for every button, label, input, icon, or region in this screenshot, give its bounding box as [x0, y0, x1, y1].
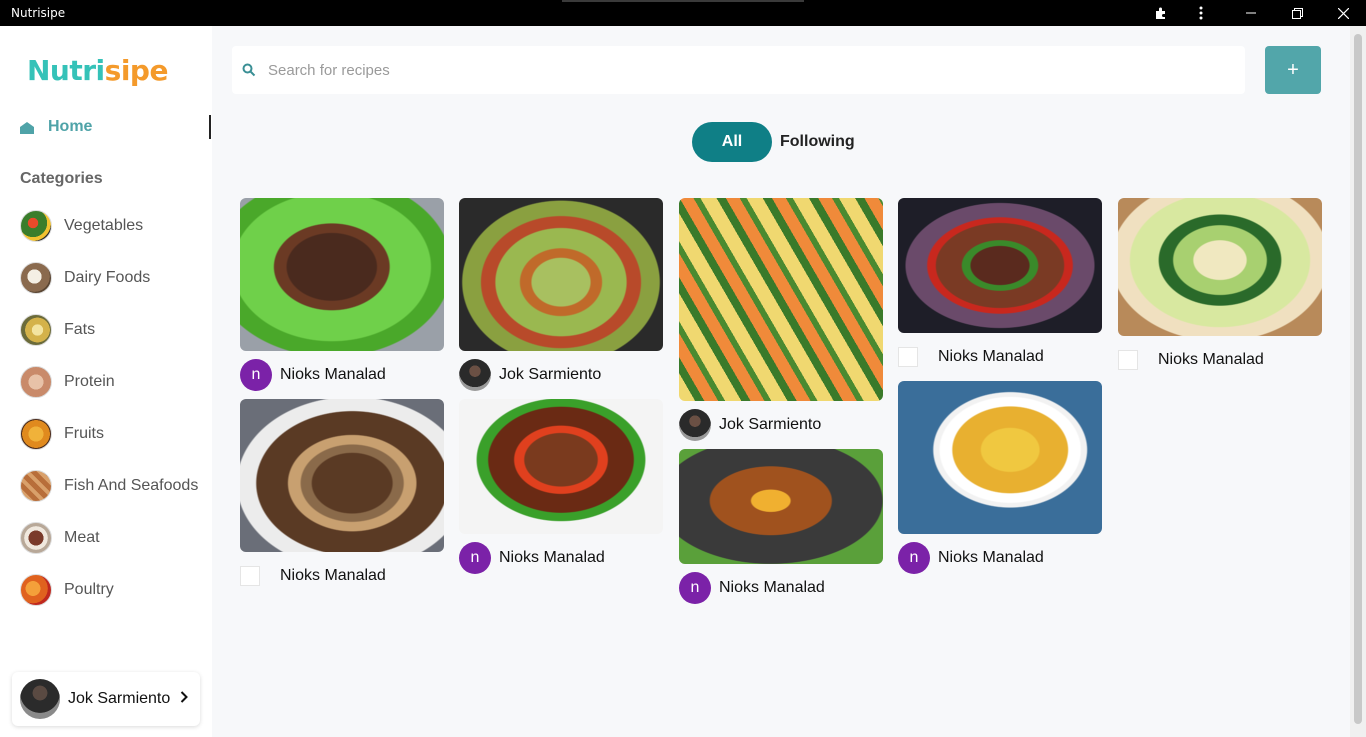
author-name: Nioks Manalad	[719, 579, 825, 596]
recipe-card[interactable]: Nioks Manalad	[898, 198, 1102, 373]
scrollbar[interactable]	[1350, 26, 1366, 737]
search-input[interactable]	[268, 61, 1168, 79]
avatar	[459, 359, 491, 391]
chevron-right-icon	[180, 690, 188, 708]
author-name: Jok Sarmiento	[499, 366, 602, 383]
category-thumbnail	[20, 470, 52, 502]
broken-image-icon	[1118, 350, 1138, 370]
category-vegetables[interactable]: Vegetables	[20, 210, 143, 242]
recipe-author[interactable]: Nioks Manalad	[1118, 344, 1322, 376]
sidebar-item-home[interactable]: Home	[20, 114, 92, 140]
category-dairy-foods[interactable]: Dairy Foods	[20, 262, 150, 294]
recipe-photo[interactable]	[240, 198, 444, 351]
recipe-photo[interactable]	[1118, 198, 1322, 336]
search-bar	[232, 46, 1245, 94]
category-label: Vegetables	[64, 217, 144, 234]
more-icon[interactable]	[1178, 0, 1224, 26]
category-protein[interactable]: Protein	[20, 366, 115, 398]
recipe-photo[interactable]	[898, 198, 1102, 333]
category-label: Dairy Foods	[64, 269, 151, 286]
avatar: n	[459, 542, 491, 574]
recipe-card[interactable]: n Nioks Manalad	[898, 381, 1102, 574]
recipe-card[interactable]: n Nioks Manalad	[240, 198, 444, 391]
recipe-photo[interactable]	[459, 198, 663, 351]
category-thumbnail	[20, 262, 52, 294]
profile-card[interactable]: Jok Sarmiento	[12, 672, 200, 726]
author-name: Nioks Manalad	[280, 567, 386, 584]
recipe-author[interactable]: n Nioks Manalad	[679, 572, 883, 604]
category-thumbnail	[20, 574, 52, 606]
author-name: Nioks Manalad	[499, 549, 605, 566]
tab-all[interactable]: All	[692, 122, 772, 162]
category-fruits[interactable]: Fruits	[20, 418, 104, 450]
minimize-icon[interactable]	[1228, 0, 1274, 26]
category-thumbnail	[20, 314, 52, 346]
home-icon	[20, 121, 34, 134]
search-icon	[242, 63, 256, 77]
restore-icon[interactable]	[1274, 0, 1320, 26]
category-label: Fruits	[64, 425, 104, 442]
recipe-author[interactable]: n Nioks Manalad	[459, 542, 663, 574]
window-title-bar: Nutrisipe	[0, 0, 1366, 26]
recipe-author[interactable]: n Nioks Manalad	[898, 542, 1102, 574]
recipe-card[interactable]: Nioks Manalad	[240, 399, 444, 592]
category-label: Meat	[64, 529, 100, 546]
categories-heading: Categories	[20, 170, 103, 187]
category-label: Poultry	[64, 581, 114, 598]
logo-part-nutri: Nutri	[27, 54, 105, 87]
recipe-photo[interactable]	[459, 399, 663, 534]
avatar: n	[240, 359, 272, 391]
recipe-card[interactable]: n Nioks Manalad	[459, 399, 663, 574]
recipe-photo[interactable]	[679, 449, 883, 564]
author-name: Nioks Manalad	[1158, 351, 1264, 368]
scrollbar-thumb[interactable]	[1354, 34, 1362, 724]
category-label: Protein	[64, 373, 115, 390]
avatar	[20, 679, 60, 719]
sidebar: Nutrisipe Home Categories Vegetables Dai…	[0, 26, 212, 737]
recipe-author[interactable]: Nioks Manalad	[240, 560, 444, 592]
recipe-author[interactable]: Jok Sarmiento	[459, 359, 663, 391]
avatar	[679, 409, 711, 441]
category-label: Fats	[64, 321, 96, 338]
drag-handle[interactable]	[562, 0, 804, 2]
author-name: Nioks Manalad	[938, 549, 1044, 566]
recipe-author[interactable]: Nioks Manalad	[898, 341, 1102, 373]
window-title: Nutrisipe	[11, 6, 66, 20]
recipe-card[interactable]: Jok Sarmiento	[679, 198, 883, 441]
category-thumbnail	[20, 522, 52, 554]
logo-part-sipe: sipe	[104, 54, 169, 87]
recipe-photo[interactable]	[679, 198, 883, 401]
profile-name: Jok Sarmiento	[68, 690, 171, 707]
category-fish-and-seafoods[interactable]: Fish And Seafoods	[20, 470, 198, 502]
category-poultry[interactable]: Poultry	[20, 574, 114, 606]
recipe-author[interactable]: Jok Sarmiento	[679, 409, 883, 441]
close-icon[interactable]	[1320, 0, 1366, 26]
author-name: Nioks Manalad	[938, 348, 1044, 365]
category-label: Fish And Seafoods	[64, 477, 199, 494]
sidebar-item-home-label: Home	[48, 118, 93, 135]
recipe-card[interactable]: Nioks Manalad	[1118, 198, 1322, 376]
author-name: Jok Sarmiento	[719, 416, 822, 433]
recipe-photo[interactable]	[898, 381, 1102, 534]
avatar: n	[898, 542, 930, 574]
recipe-author[interactable]: n Nioks Manalad	[240, 359, 444, 391]
avatar: n	[679, 572, 711, 604]
tab-following[interactable]: Following	[780, 122, 855, 162]
author-name: Nioks Manalad	[280, 366, 386, 383]
recipe-card[interactable]: n Nioks Manalad	[679, 449, 883, 604]
recipe-photo[interactable]	[240, 399, 444, 552]
recipe-card[interactable]: Jok Sarmiento	[459, 198, 663, 391]
active-nav-indicator	[209, 115, 211, 139]
broken-image-icon	[240, 566, 260, 586]
category-thumbnail	[20, 366, 52, 398]
category-fats[interactable]: Fats	[20, 314, 95, 346]
app-logo[interactable]: Nutrisipe	[27, 54, 168, 87]
main-content: + All Following n Nioks Manalad Nioks Ma…	[212, 26, 1350, 737]
category-thumbnail	[20, 418, 52, 450]
category-meat[interactable]: Meat	[20, 522, 100, 554]
add-recipe-button[interactable]: +	[1265, 46, 1321, 94]
broken-image-icon	[898, 347, 918, 367]
category-thumbnail	[20, 210, 52, 242]
